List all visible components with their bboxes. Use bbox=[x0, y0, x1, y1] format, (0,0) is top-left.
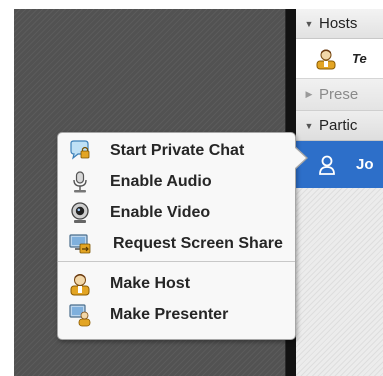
presenter-icon bbox=[68, 303, 92, 327]
hosts-group-header[interactable]: ▼ Hosts bbox=[296, 9, 383, 39]
enable-audio-menu-item[interactable]: Enable Audio bbox=[58, 166, 295, 197]
make-host-label: Make Host bbox=[110, 274, 191, 292]
make-presenter-menu-item[interactable]: Make Presenter bbox=[58, 299, 295, 330]
presenters-group-header[interactable]: ▶ Prese bbox=[296, 79, 383, 111]
screen-share-icon bbox=[68, 232, 92, 256]
request-screen-share-label: Request Screen Share bbox=[113, 234, 283, 252]
attendee-context-menu: Start Private Chat Enable Audio Enable V… bbox=[57, 132, 308, 340]
enable-video-label: Enable Video bbox=[110, 203, 211, 221]
attendee-list-pod: ▼ Hosts Te ▶ Prese ▼ Partic Jo bbox=[296, 9, 383, 376]
webcam-icon bbox=[68, 201, 92, 225]
start-private-chat-menu-item[interactable]: Start Private Chat bbox=[58, 135, 295, 166]
expanded-triangle-icon: ▼ bbox=[304, 120, 314, 131]
participants-group-label: Partic bbox=[319, 117, 358, 134]
enable-audio-label: Enable Audio bbox=[110, 172, 212, 190]
collapsed-triangle-icon: ▶ bbox=[305, 89, 313, 99]
participants-group-header[interactable]: ▼ Partic bbox=[296, 111, 383, 141]
make-presenter-label: Make Presenter bbox=[110, 305, 229, 323]
attendee-list-empty-area bbox=[296, 188, 383, 376]
menu-pointer-fill bbox=[294, 147, 306, 169]
start-private-chat-label: Start Private Chat bbox=[110, 141, 245, 159]
host-attendee-row[interactable]: Te bbox=[296, 39, 383, 79]
expanded-triangle-icon: ▼ bbox=[304, 18, 314, 29]
private-chat-icon bbox=[68, 139, 92, 163]
host-user-icon bbox=[316, 49, 336, 69]
host-attendee-name: Te bbox=[352, 51, 367, 66]
request-screen-share-menu-item[interactable]: Request Screen Share bbox=[58, 228, 295, 259]
participant-name: Jo bbox=[356, 156, 374, 173]
hosts-group-label: Hosts bbox=[319, 15, 358, 32]
make-host-menu-item[interactable]: Make Host bbox=[58, 268, 295, 299]
enable-video-menu-item[interactable]: Enable Video bbox=[58, 197, 295, 228]
host-icon bbox=[68, 272, 92, 296]
selected-participant-row[interactable]: Jo bbox=[296, 141, 383, 188]
presenters-group-label: Prese bbox=[319, 86, 359, 103]
menu-separator bbox=[58, 261, 295, 262]
microphone-icon bbox=[68, 170, 92, 194]
participant-user-icon bbox=[319, 155, 335, 175]
meeting-window: ▼ Hosts Te ▶ Prese ▼ Partic Jo Start Pri… bbox=[0, 0, 383, 376]
